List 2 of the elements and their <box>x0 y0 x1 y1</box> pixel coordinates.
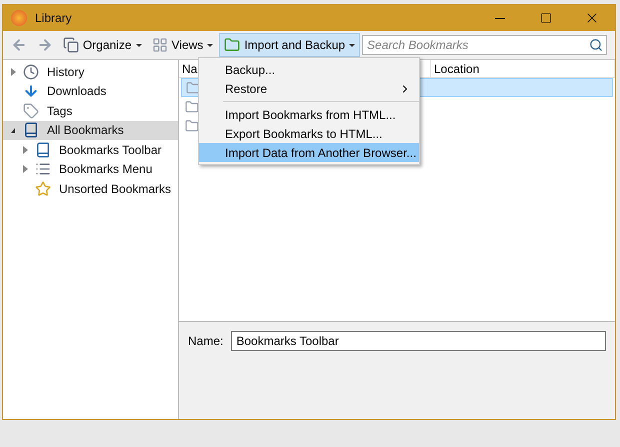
window-title: Library <box>35 10 72 27</box>
name-label: Name: <box>188 333 224 350</box>
